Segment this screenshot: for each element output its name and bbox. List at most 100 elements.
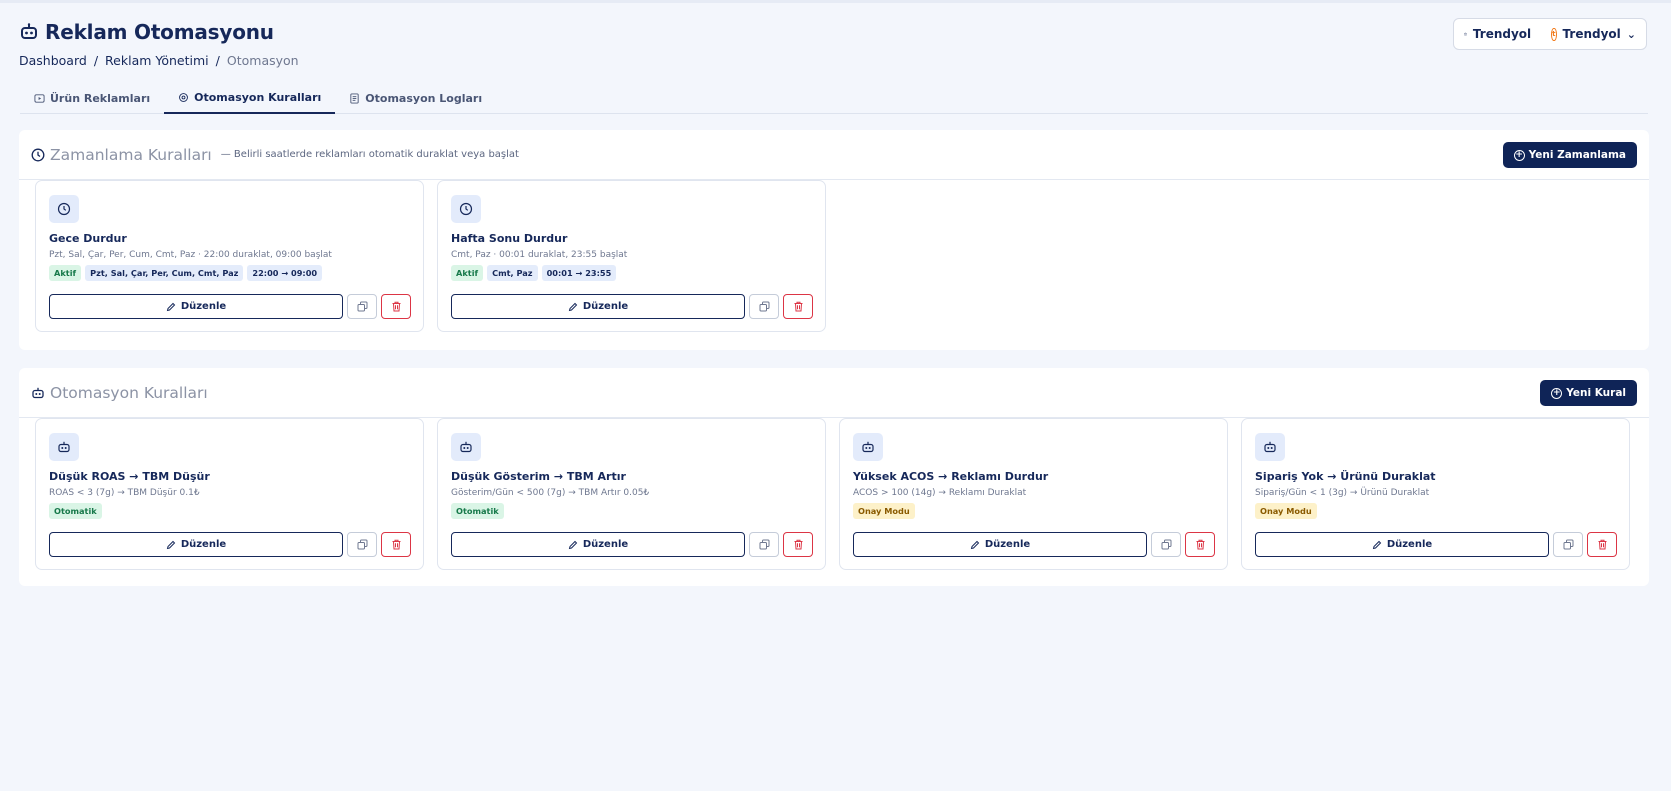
plus-circle-icon: + [1551, 387, 1563, 399]
button-label: Yeni Kural [1566, 387, 1626, 399]
days-badge: Cmt, Paz [487, 265, 538, 281]
clock-icon [31, 148, 45, 161]
gear-icon [179, 93, 189, 102]
copy-icon [357, 301, 367, 312]
robot-icon [21, 23, 37, 39]
trash-icon [1196, 539, 1204, 550]
edit-label: Düzenle [582, 539, 629, 550]
rule-description: Gösterim/Gün < 500 (7g) → TBM Artır 0.05… [451, 488, 650, 498]
marketplace-logo: t [1551, 27, 1557, 41]
clock-icon [451, 195, 481, 223]
breadcrumb-dashboard[interactable]: Dashboard [19, 53, 87, 68]
rule-name: Hafta Sonu Durdur [451, 232, 568, 245]
mode-badge: Otomatik [451, 503, 504, 519]
pencil-icon [166, 540, 176, 549]
duplicate-button[interactable] [347, 294, 377, 319]
store-select[interactable]: Trendyol t Trendyol ⌄ [1453, 18, 1647, 50]
trash-icon [392, 539, 400, 550]
breadcrumb-ad-management[interactable]: Reklam Yönetimi [105, 53, 209, 68]
duplicate-button[interactable] [347, 532, 377, 557]
store-name: Trendyol [1472, 27, 1532, 41]
schedule-rules-section: Zamanlama Kuralları — Belirli saatlerde … [19, 130, 1649, 350]
new-rule-button[interactable]: + Yeni Kural [1540, 380, 1637, 406]
copy-icon [759, 539, 769, 550]
mode-badge: Onay Modu [853, 503, 915, 519]
section-title: Zamanlama Kuralları [50, 145, 212, 164]
section-header: Otomasyon Kuralları + Yeni Kural [19, 368, 1649, 418]
copy-icon [1563, 539, 1573, 550]
delete-button[interactable] [1587, 532, 1617, 557]
schedule-card: Gece Durdur Pzt, Sal, Çar, Per, Cum, Cmt… [35, 180, 424, 332]
tab-label: Otomasyon Logları [365, 92, 483, 105]
rule-description: Sipariş/Gün < 1 (3g) → Ürünü Duraklat [1255, 488, 1430, 498]
section-title: Otomasyon Kuralları [50, 383, 208, 402]
tab-label: Ürün Reklamları [50, 92, 151, 105]
pencil-icon [166, 302, 176, 311]
delete-button[interactable] [783, 532, 813, 557]
automation-rules-section: Otomasyon Kuralları + Yeni Kural Düşük R… [19, 368, 1649, 586]
marketplace-name: Trendyol [1562, 27, 1621, 41]
delete-button[interactable] [783, 294, 813, 319]
duplicate-button[interactable] [1553, 532, 1583, 557]
robot-icon [49, 433, 79, 461]
document-icon [350, 93, 359, 104]
play-square-icon [34, 94, 45, 103]
tab-bar: Ürün Reklamları Otomasyon Kuralları Otom… [20, 83, 1648, 114]
trash-icon [392, 301, 400, 312]
rule-name: Gece Durdur [49, 232, 127, 245]
tab-automation-logs[interactable]: Otomasyon Logları [335, 83, 496, 114]
tab-product-ads[interactable]: Ürün Reklamları [20, 83, 164, 114]
breadcrumb-current: Otomasyon [226, 53, 299, 68]
rule-description: Pzt, Sal, Çar, Per, Cum, Cmt, Paz · 22:0… [49, 250, 332, 260]
days-badge: Pzt, Sal, Çar, Per, Cum, Cmt, Paz [85, 265, 244, 281]
edit-button[interactable]: Düzenle [1255, 532, 1549, 557]
robot-icon [1255, 433, 1285, 461]
copy-icon [1161, 539, 1171, 550]
edit-label: Düzenle [984, 539, 1031, 550]
page-header: Reklam Otomasyonu Dashboard / Reklam Yön… [19, 20, 299, 68]
time-badge: 00:01 → 23:55 [541, 265, 617, 281]
button-label: Yeni Zamanlama [1528, 149, 1626, 161]
mode-badge: Otomatik [49, 503, 102, 519]
edit-label: Düzenle [180, 539, 227, 550]
edit-button[interactable]: Düzenle [451, 532, 745, 557]
delete-button[interactable] [1185, 532, 1215, 557]
page-title: Reklam Otomasyonu [45, 20, 274, 44]
edit-label: Düzenle [1386, 539, 1433, 550]
pencil-icon [568, 540, 578, 549]
edit-button[interactable]: Düzenle [451, 294, 745, 319]
automation-card: Düşük Gösterim → TBM Artır Gösterim/Gün … [437, 418, 826, 570]
edit-button[interactable]: Düzenle [49, 294, 343, 319]
automation-card: Yüksek ACOS → Reklamı Durdur ACOS > 100 … [839, 418, 1228, 570]
trash-icon [1598, 539, 1606, 550]
tab-automation-rules[interactable]: Otomasyon Kuralları [164, 83, 336, 114]
rule-description: ACOS > 100 (14g) → Reklamı Duraklat [853, 488, 1027, 498]
pencil-icon [568, 302, 578, 311]
tab-label: Otomasyon Kuralları [194, 91, 322, 104]
rule-description: Cmt, Paz · 00:01 duraklat, 23:55 başlat [451, 250, 628, 260]
duplicate-button[interactable] [749, 532, 779, 557]
robot-icon [32, 387, 44, 398]
trash-icon [794, 539, 802, 550]
trash-icon [794, 301, 802, 312]
top-border [0, 0, 1671, 3]
chevron-down-icon: ⌄ [1626, 27, 1636, 41]
edit-button[interactable]: Düzenle [49, 532, 343, 557]
edit-button[interactable]: Düzenle [853, 532, 1147, 557]
duplicate-button[interactable] [1151, 532, 1181, 557]
copy-icon [357, 539, 367, 550]
copy-icon [759, 301, 769, 312]
delete-button[interactable] [381, 294, 411, 319]
delete-button[interactable] [381, 532, 411, 557]
automation-card: Sipariş Yok → Ürünü Duraklat Sipariş/Gün… [1241, 418, 1630, 570]
rule-name: Düşük Gösterim → TBM Artır [451, 470, 626, 483]
duplicate-button[interactable] [749, 294, 779, 319]
breadcrumb-separator: / [93, 53, 99, 68]
status-badge: Aktif [49, 265, 82, 281]
new-schedule-button[interactable]: + Yeni Zamanlama [1502, 142, 1637, 168]
rule-name: Sipariş Yok → Ürünü Duraklat [1255, 470, 1436, 483]
schedule-card: Hafta Sonu Durdur Cmt, Paz · 00:01 durak… [437, 180, 826, 332]
edit-label: Düzenle [582, 301, 629, 312]
plus-circle-icon: + [1513, 149, 1525, 161]
breadcrumb-separator: / [215, 53, 220, 68]
